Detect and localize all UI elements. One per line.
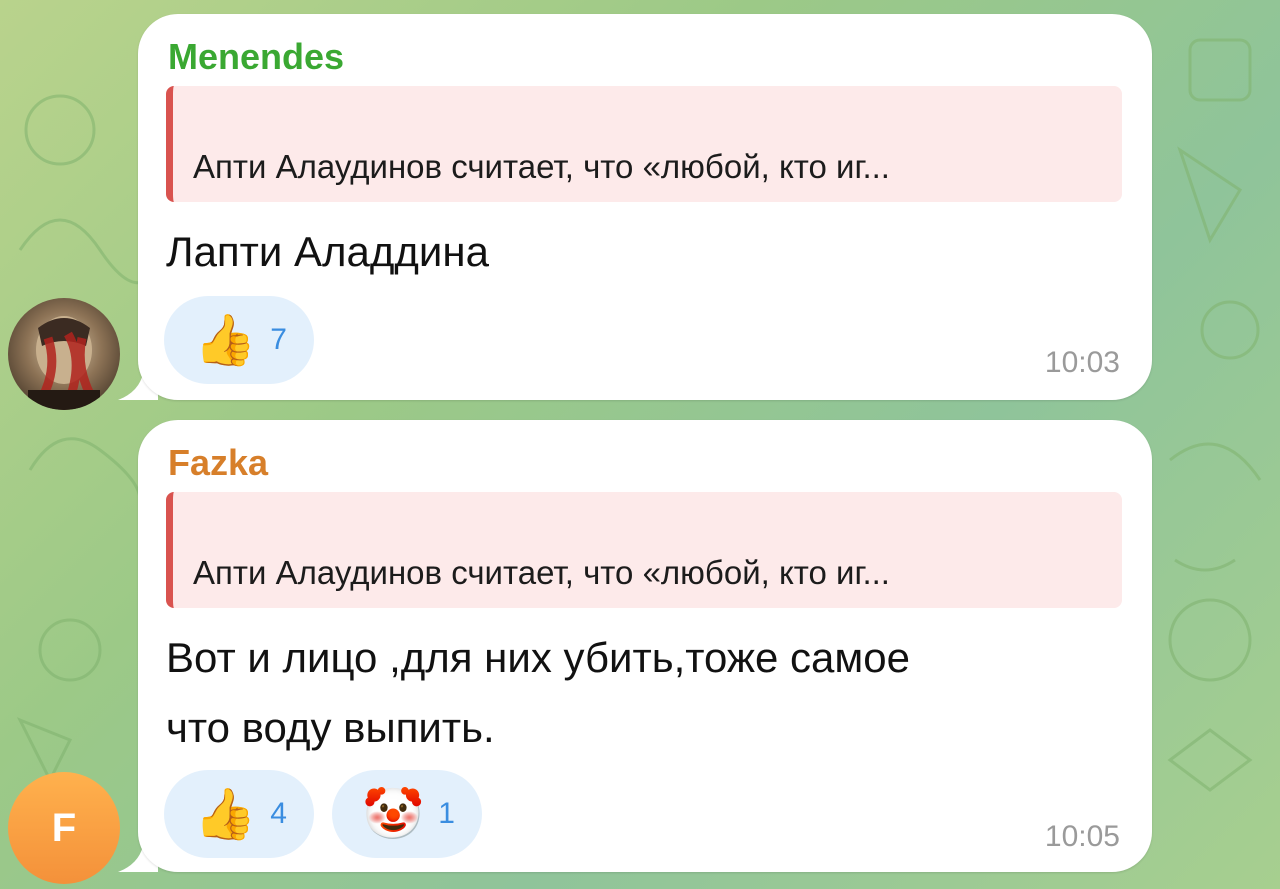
thumbs-up-icon: 👍 <box>194 786 257 842</box>
message-text: Лапти Аладдина <box>166 228 489 275</box>
message-bubble[interactable]: Fazka Апти Алаудинов считает, что «любой… <box>138 420 1152 872</box>
reply-preview-text: Апти Алаудинов считает, что «любой, кто … <box>193 554 890 591</box>
message-time: 10:03 <box>1044 346 1120 379</box>
sender-name[interactable]: Fazka <box>168 442 268 484</box>
thumbs-up-icon: 👍 <box>194 312 257 368</box>
message-text-line-2: что воду выпить. <box>166 704 495 751</box>
sender-name[interactable]: Menendes <box>168 36 344 78</box>
reaction-count: 4 <box>270 797 287 830</box>
reaction-clown-face[interactable]: 🤡 1 <box>332 770 482 858</box>
reaction-count: 1 <box>438 797 455 830</box>
reaction-thumbs-up[interactable]: 👍 7 <box>164 296 314 384</box>
clown-face-icon: 🤡 <box>362 786 425 842</box>
avatar-photo-icon <box>28 316 100 410</box>
message-text-line-1: Вот и лицо ,для них убить,тоже самое <box>166 634 910 681</box>
sender-avatar[interactable] <box>8 298 120 410</box>
reaction-thumbs-up[interactable]: 👍 4 <box>164 770 314 858</box>
sender-avatar[interactable]: F <box>8 772 120 884</box>
reaction-count: 7 <box>270 323 287 356</box>
message-bubble[interactable]: Menendes Апти Алаудинов считает, что «лю… <box>138 14 1152 400</box>
reply-preview-text: Апти Алаудинов считает, что «любой, кто … <box>193 148 890 185</box>
message-time: 10:05 <box>1044 820 1120 853</box>
reply-preview[interactable]: Апти Алаудинов считает, что «любой, кто … <box>166 492 1122 608</box>
reply-preview[interactable]: Апти Алаудинов считает, что «любой, кто … <box>166 86 1122 202</box>
